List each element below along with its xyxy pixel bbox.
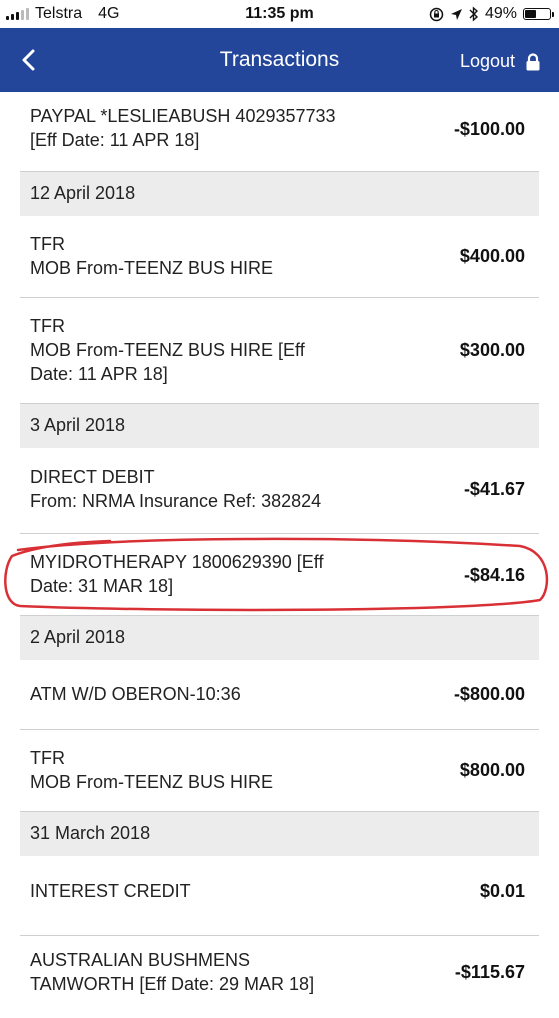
- transaction-description: DIRECT DEBIT From: NRMA Insurance Ref: 38…: [30, 467, 322, 511]
- transaction-amount: -$41.67: [463, 479, 525, 499]
- transaction-amount: $300.00: [459, 340, 525, 360]
- transaction-row[interactable]: INTEREST CREDIT $0.01: [20, 856, 539, 936]
- transaction-description: TFR MOB From-TEENZ BUS HIRE: [30, 748, 274, 792]
- transaction-description: TFR MOB From-TEENZ BUS HIRE [Eff Date: 11 …: [30, 316, 305, 384]
- location-icon: [450, 8, 462, 20]
- transaction-description: TFR MOB From-TEENZ BUS HIRE: [30, 234, 274, 278]
- transaction-row[interactable]: AUSTRALIAN BUSHMENS TAMWORTH [Eff Date: 2…: [20, 936, 539, 1018]
- transaction-amount: $0.01: [479, 881, 525, 901]
- transaction-row[interactable]: DIRECT DEBIT From: NRMA Insurance Ref: 38…: [20, 448, 539, 534]
- date-header-label: 3 April 2018: [30, 415, 126, 435]
- transaction-row[interactable]: ATM W/D OBERON-10:36 -$800.00: [20, 660, 539, 730]
- logout-label: Logout: [459, 51, 515, 71]
- transaction-amount: -$115.67: [454, 962, 525, 982]
- transaction-row[interactable]: TFR MOB From-TEENZ BUS HIRE $800.00: [20, 730, 539, 812]
- transaction-description: INTEREST CREDIT: [30, 881, 191, 901]
- status-bar: Telstra 4G 11:35 pm 49%: [0, 0, 559, 28]
- date-header-label: 31 March 2018: [30, 823, 151, 843]
- transaction-list[interactable]: PAYPAL *LESLIEABUSH 4029357733 [Eff Date:…: [0, 92, 559, 1018]
- battery-percent: 49%: [484, 5, 517, 22]
- transaction-amount: -$100.00: [453, 119, 525, 139]
- transaction-amount: -$800.00: [453, 684, 525, 704]
- transaction-row[interactable]: PAYPAL *LESLIEABUSH 4029357733 [Eff Date:…: [20, 92, 539, 172]
- transaction-description: ATM W/D OBERON-10:36: [30, 684, 241, 704]
- transaction-row[interactable]: TFR MOB From-TEENZ BUS HIRE [Eff Date: 11 …: [20, 298, 539, 404]
- transaction-amount: $400.00: [459, 246, 525, 266]
- lock-icon: [526, 52, 540, 70]
- transaction-amount: $800.00: [459, 760, 525, 780]
- bluetooth-icon: [469, 6, 478, 22]
- date-header: 12 April 2018: [20, 172, 539, 216]
- transaction-amount: -$84.16: [463, 565, 525, 585]
- transaction-description: PAYPAL *LESLIEABUSH 4029357733 [Eff Date:…: [30, 106, 336, 150]
- date-header: 2 April 2018: [20, 616, 539, 660]
- date-header: 3 April 2018: [20, 404, 539, 448]
- date-header: 31 March 2018: [20, 812, 539, 856]
- date-header-label: 12 April 2018: [30, 183, 136, 203]
- app-header: Transactions Logout: [0, 28, 559, 92]
- transaction-row[interactable]: TFR MOB From-TEENZ BUS HIRE $400.00: [20, 216, 539, 298]
- orientation-lock-icon: [429, 7, 444, 21]
- transaction-description: AUSTRALIAN BUSHMENS TAMWORTH [Eff Date: 2…: [30, 950, 315, 994]
- transaction-row[interactable]: MYIDROTHERAPY 1800629390 [Eff Date: 31 MA…: [20, 534, 539, 616]
- battery-icon: [523, 8, 554, 20]
- date-header-label: 2 April 2018: [30, 627, 126, 647]
- transaction-description: MYIDROTHERAPY 1800629390 [Eff Date: 31 MA…: [30, 552, 324, 596]
- logout-button[interactable]: Logout: [460, 51, 541, 72]
